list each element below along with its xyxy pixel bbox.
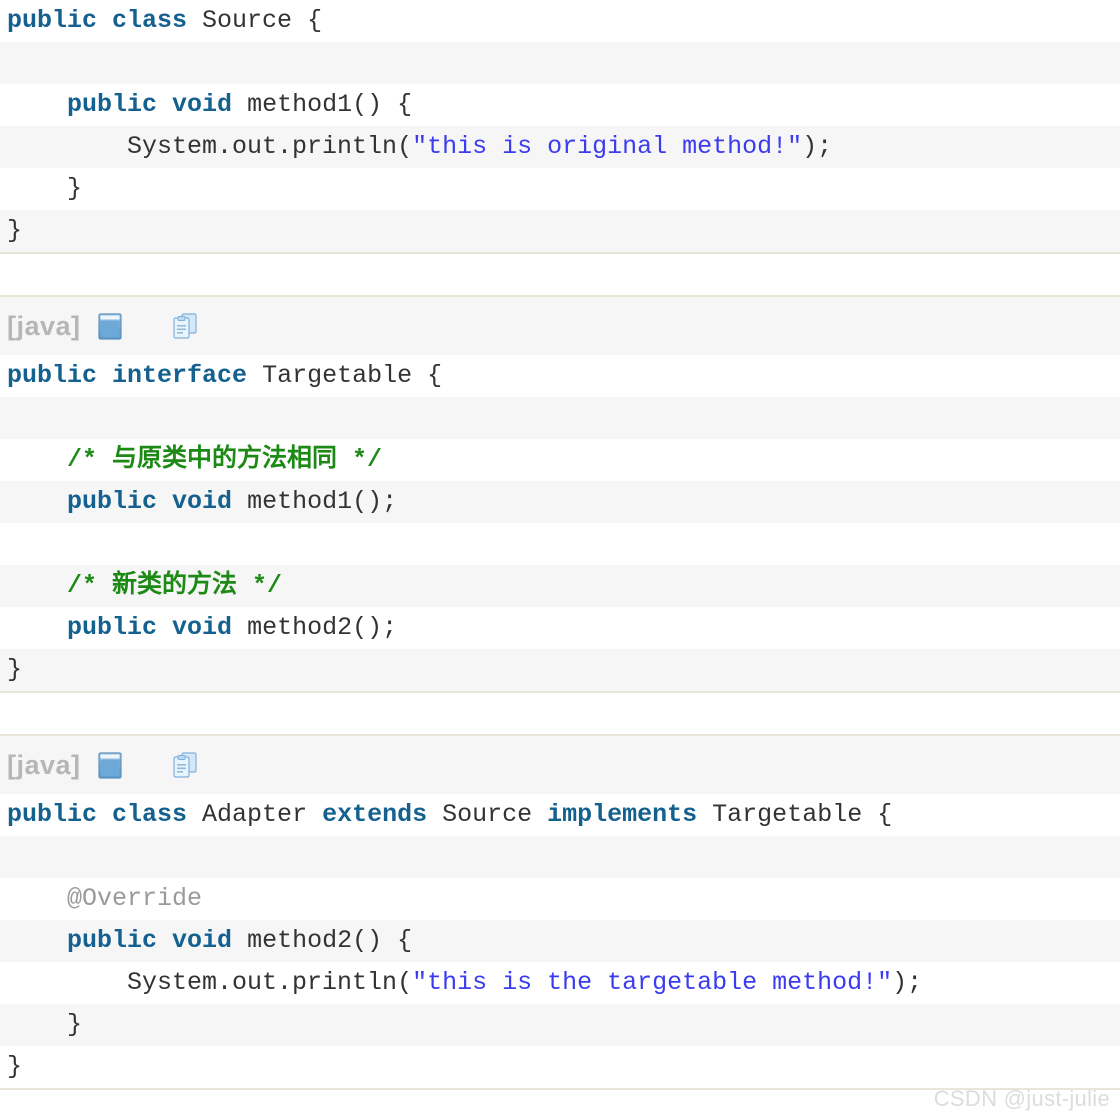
code-line (0, 42, 1120, 84)
code-snippets-page: public class Source { public void method… (0, 0, 1120, 1090)
block-gap (0, 693, 1120, 734)
code-text: } (7, 216, 23, 245)
code-line: } (0, 1004, 1120, 1046)
code-text: ); (802, 132, 833, 161)
code-text: } (7, 1010, 83, 1039)
code-line: public interface Targetable { (0, 355, 1120, 397)
code-line (0, 523, 1120, 565)
code-string: "this is original method!" (412, 132, 803, 161)
code-block-adapter-class: [java] public class Adapter extends Sourc… (0, 734, 1120, 1090)
copy-to-clipboard-icon[interactable] (171, 311, 199, 341)
code-line: public class Adapter extends Source impl… (0, 794, 1120, 836)
code-keyword: void (172, 926, 233, 955)
code-toolbar: [java] (0, 736, 1120, 794)
code-block-source-class: public class Source { public void method… (0, 0, 1120, 254)
code-line: /* 新类的方法 */ (0, 565, 1120, 607)
code-line: public void method2(); (0, 607, 1120, 649)
code-line (0, 836, 1120, 878)
copy-to-clipboard-icon[interactable] (171, 750, 199, 780)
code-block-targetable-interface: [java] public interface Targetable { /* 与… (0, 295, 1120, 693)
code-text: method1(); (232, 487, 398, 516)
code-text: Source (427, 800, 548, 829)
code-line (0, 397, 1120, 439)
language-label: [java] (7, 310, 81, 341)
code-annotation: @Override (67, 884, 203, 913)
code-keyword: void (172, 613, 233, 642)
code-text: Targetable { (697, 800, 893, 829)
code-lines[interactable]: public interface Targetable { /* 与原类中的方法… (0, 355, 1120, 691)
code-keyword: public (67, 90, 158, 119)
code-keyword: class (112, 6, 188, 35)
code-keyword: public (67, 926, 158, 955)
code-text: method2(); (232, 613, 398, 642)
code-toolbar: [java] (0, 297, 1120, 355)
code-line: System.out.println("this is original met… (0, 126, 1120, 168)
code-text: Source { (187, 6, 323, 35)
code-text: Targetable { (247, 361, 443, 390)
code-keyword: implements (547, 800, 698, 829)
code-line: public void method2() { (0, 920, 1120, 962)
code-keyword: public (67, 487, 158, 516)
code-line: } (0, 210, 1120, 252)
code-keyword: void (172, 487, 233, 516)
code-lines[interactable]: public class Adapter extends Source impl… (0, 794, 1120, 1088)
code-string: "this is the targetable method!" (412, 968, 893, 997)
code-line: @Override (0, 878, 1120, 920)
code-text: Adapter (187, 800, 323, 829)
code-comment: /* 新类的方法 */ (67, 571, 283, 600)
code-line: /* 与原类中的方法相同 */ (0, 439, 1120, 481)
code-line: public void method1(); (0, 481, 1120, 523)
code-text: System.out.println( (7, 968, 413, 997)
view-plain-icon[interactable] (97, 750, 123, 780)
code-comment: /* 与原类中的方法相同 */ (67, 445, 383, 474)
code-line: } (0, 168, 1120, 210)
code-keyword: public (7, 800, 98, 829)
code-line: public class Source { (0, 0, 1120, 42)
code-text: System.out.println( (7, 132, 413, 161)
code-keyword: public (7, 361, 98, 390)
code-keyword: public (67, 613, 158, 642)
code-text: } (7, 655, 23, 684)
code-keyword: class (112, 800, 188, 829)
view-plain-icon[interactable] (97, 311, 123, 341)
code-keyword: void (172, 90, 233, 119)
code-lines[interactable]: public class Source { public void method… (0, 0, 1120, 252)
code-text: method2() { (232, 926, 413, 955)
code-line: } (0, 649, 1120, 691)
code-keyword: extends (322, 800, 428, 829)
code-line: public void method1() { (0, 84, 1120, 126)
code-text: } (7, 174, 83, 203)
code-text: ); (892, 968, 923, 997)
code-line: System.out.println("this is the targetab… (0, 962, 1120, 1004)
code-line: } (0, 1046, 1120, 1088)
code-keyword: public (7, 6, 98, 35)
code-text: method1() { (232, 90, 413, 119)
code-keyword: interface (112, 361, 248, 390)
block-gap (0, 254, 1120, 295)
code-text: } (7, 1052, 23, 1081)
language-label: [java] (7, 749, 81, 780)
